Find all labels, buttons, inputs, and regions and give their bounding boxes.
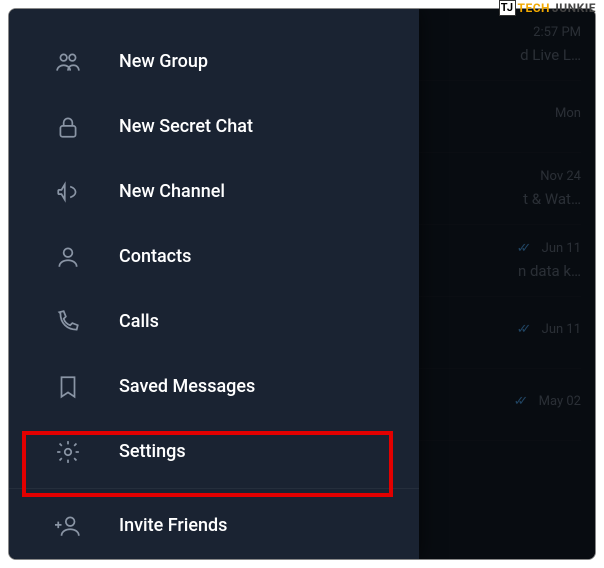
watermark-text2: JUNKIE xyxy=(552,1,596,15)
menu-label: New Channel xyxy=(119,181,225,202)
app-frame: 2:57 PM d Live L… Mon Nov 24 t & Wat… ✓✓… xyxy=(8,8,596,560)
megaphone-icon xyxy=(55,179,81,205)
menu-label: New Group xyxy=(119,51,208,72)
invite-icon xyxy=(55,513,81,539)
menu-label: Invite Friends xyxy=(119,515,227,536)
menu-item-calls[interactable]: Calls xyxy=(9,289,419,354)
lock-icon xyxy=(55,114,81,140)
menu-divider xyxy=(9,488,419,489)
menu-label: Saved Messages xyxy=(119,376,255,397)
watermark-logo: TJ TECHJUNKIE xyxy=(499,0,596,16)
side-menu: New Group New Secret Chat New Channel Co… xyxy=(9,9,419,559)
menu-label: Calls xyxy=(119,311,159,332)
contact-icon xyxy=(55,244,81,270)
group-icon xyxy=(55,49,81,75)
watermark-square: TJ xyxy=(499,0,516,16)
menu-item-new-secret-chat[interactable]: New Secret Chat xyxy=(9,94,419,159)
menu-item-saved-messages[interactable]: Saved Messages xyxy=(9,354,419,419)
menu-label: Settings xyxy=(119,441,186,462)
menu-item-new-channel[interactable]: New Channel xyxy=(9,159,419,224)
menu-label: New Secret Chat xyxy=(119,116,253,137)
menu-label: Contacts xyxy=(119,246,191,267)
menu-item-new-group[interactable]: New Group xyxy=(9,29,419,94)
phone-icon xyxy=(55,309,81,335)
menu-item-contacts[interactable]: Contacts xyxy=(9,224,419,289)
menu-item-invite-friends[interactable]: Invite Friends xyxy=(9,493,419,558)
watermark-text1: TECH xyxy=(518,1,551,15)
gear-icon xyxy=(55,439,81,465)
menu-item-settings[interactable]: Settings xyxy=(9,419,419,484)
bookmark-icon xyxy=(55,374,81,400)
